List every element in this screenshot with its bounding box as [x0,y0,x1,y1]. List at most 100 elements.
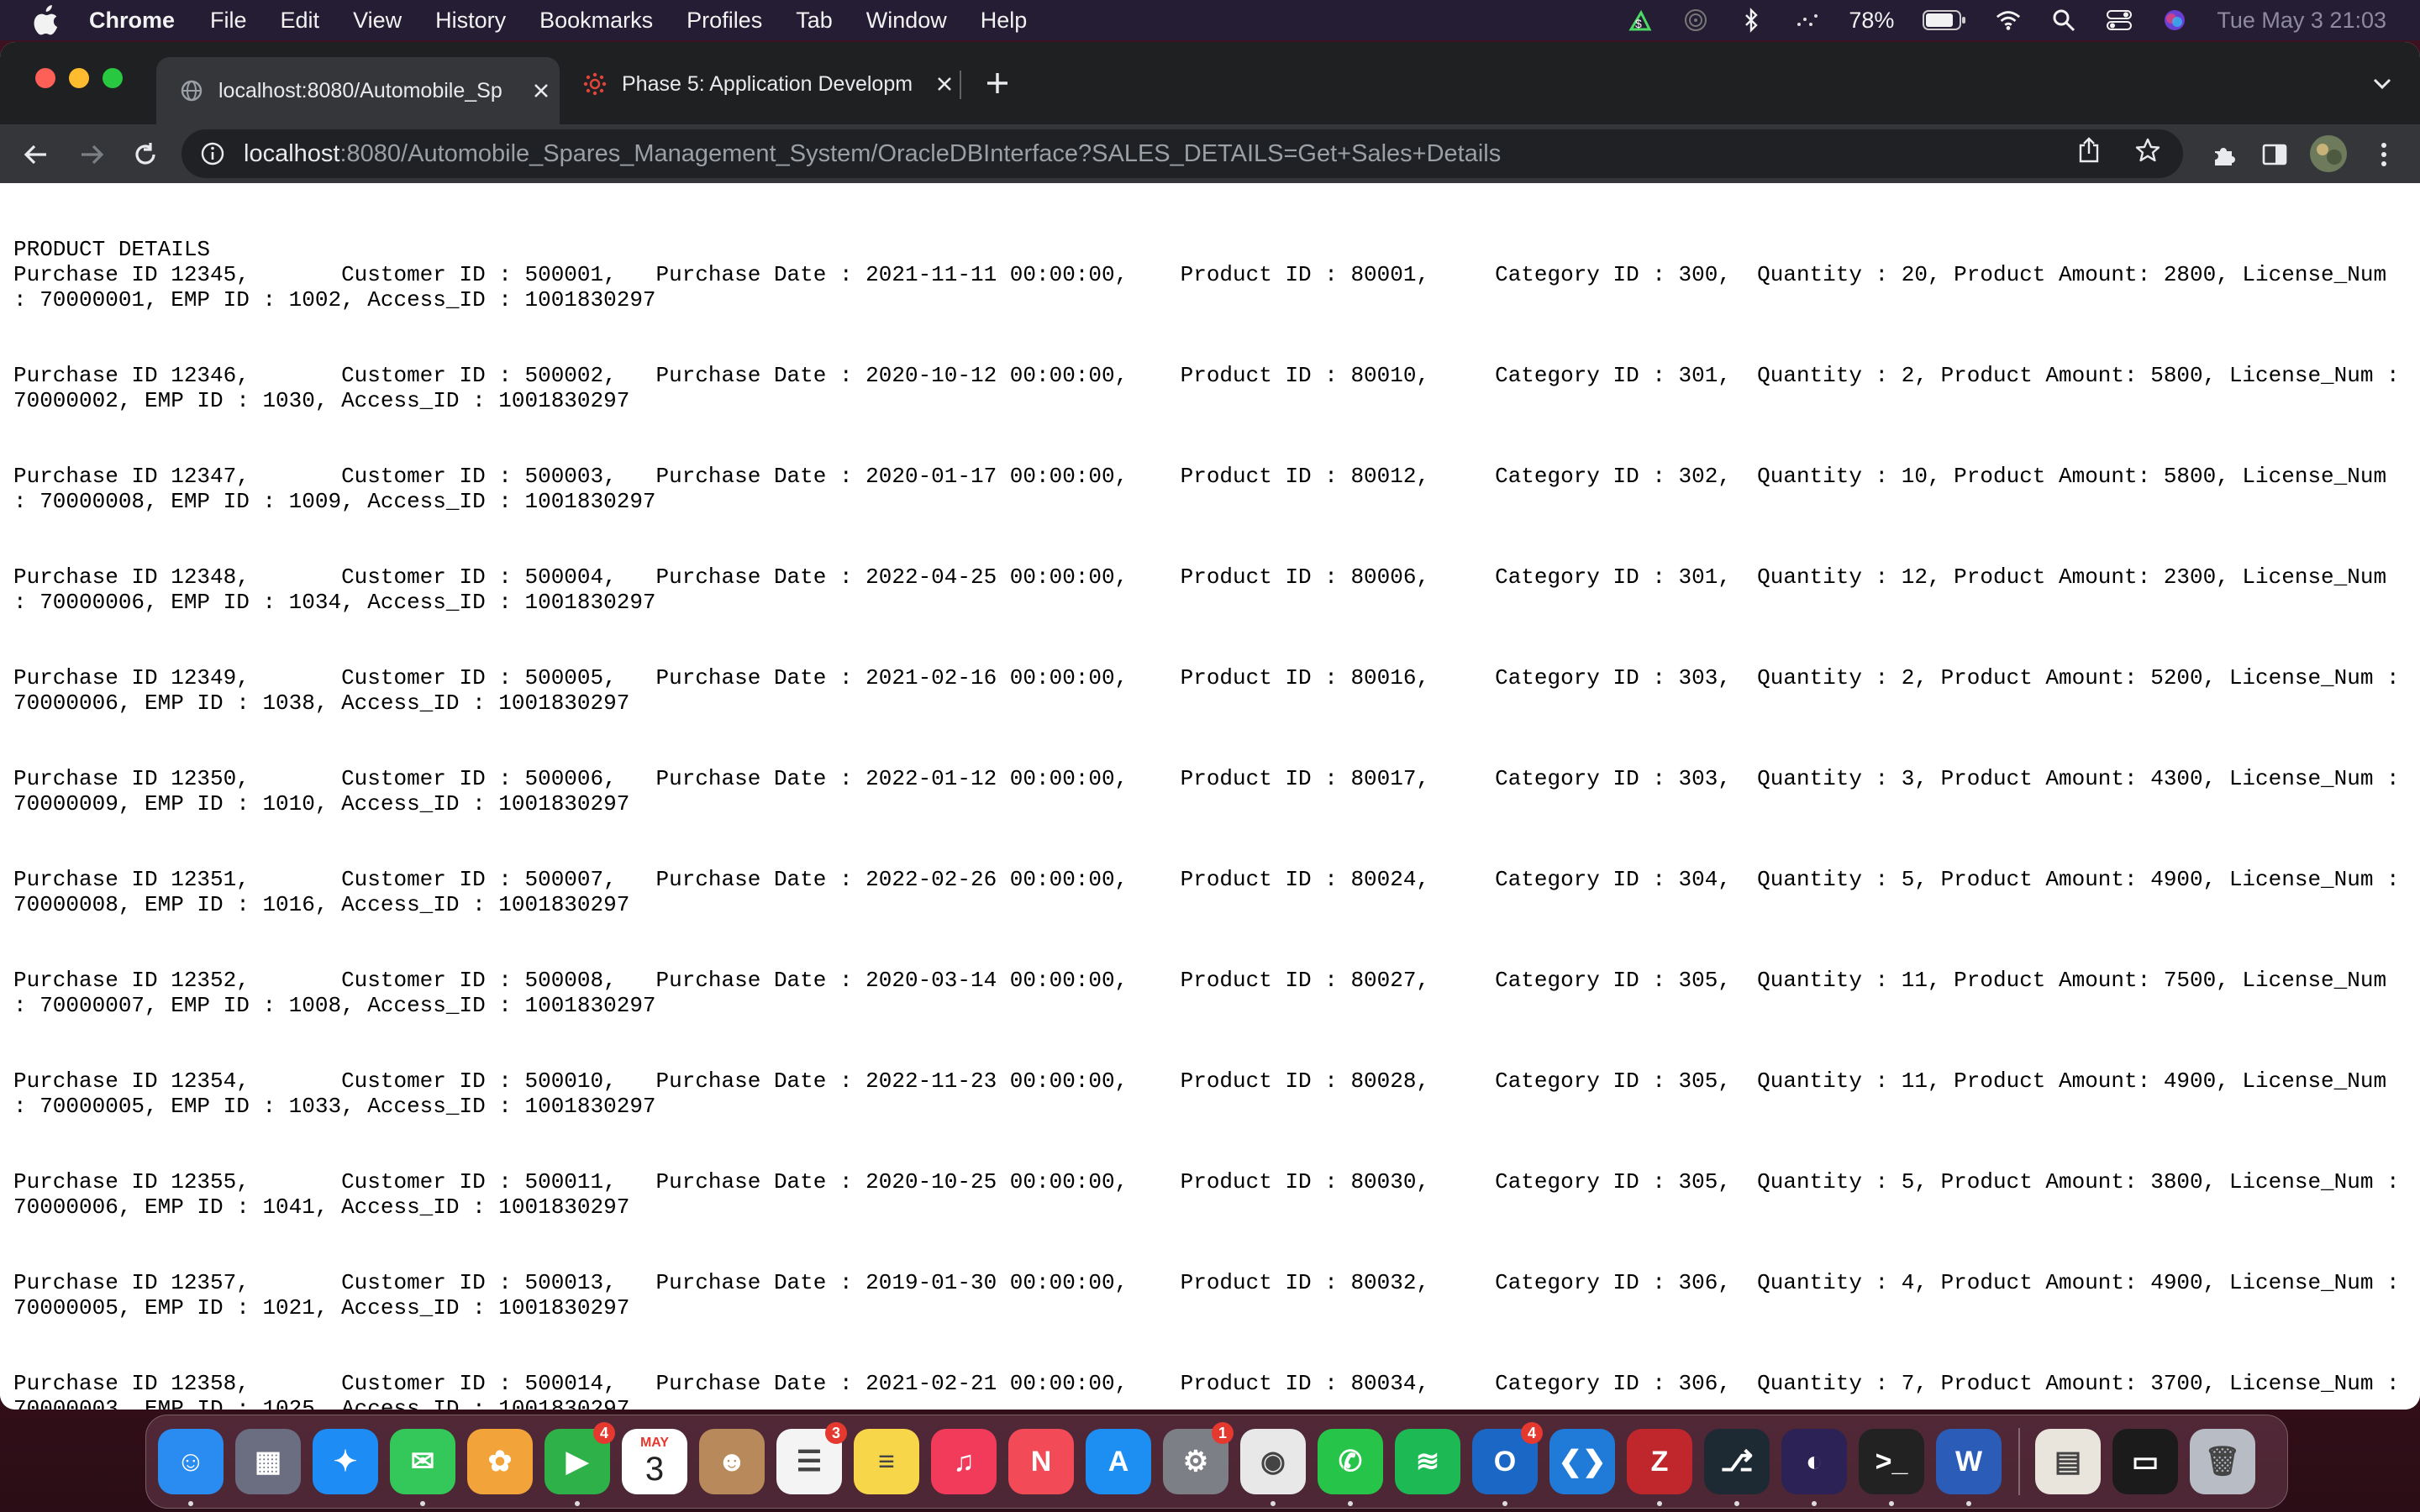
menu-profiles[interactable]: Profiles [687,8,762,34]
dock-vscode-icon[interactable]: ❮❯ [1549,1429,1615,1494]
maximize-window-button[interactable] [103,68,123,88]
dock-glyph: 🗑 [2204,1446,2241,1478]
dock-glyph: ☻ [717,1445,747,1478]
dock-document-preview-icon[interactable]: ▤ [2035,1429,2101,1494]
record-line-2: : 70000008, EMP ID : 1009, Access_ID : 1… [13,489,656,514]
tab-search-chevron-icon[interactable] [2366,67,2398,99]
dock-reminders-icon[interactable]: ☰ 3 [776,1422,847,1494]
close-tab-icon[interactable] [529,79,553,102]
record-line-2: : 70000007, EMP ID : 1008, Access_ID : 1… [13,993,656,1018]
forward-arrow-icon[interactable] [76,139,108,171]
minimize-window-button[interactable] [69,68,89,88]
new-tab-icon[interactable] [981,67,1013,99]
menu-window[interactable]: Window [866,8,947,34]
purchase-record: Purchase ID 12345, Customer ID : 500001,… [13,262,2420,312]
dock-glyph: ◉ [1260,1446,1286,1478]
dock-glyph: ❮❯ [1558,1446,1607,1478]
site-info-icon[interactable] [200,141,225,166]
dock-messages-icon[interactable]: ✉ [390,1429,455,1506]
bluetooth-icon[interactable] [1738,8,1765,33]
dock-sourcetree-icon[interactable]: ⎇ [1704,1429,1770,1506]
reload-icon[interactable] [129,139,161,171]
browser-toolbar: localhost:8080/Automobile_Spares_Managem… [0,124,2420,183]
dock-launchpad-icon[interactable]: ▦ [235,1429,301,1494]
dock-filezilla-icon[interactable]: Z [1627,1429,1692,1506]
dock-whatsapp-icon[interactable]: ✆ [1318,1429,1383,1506]
close-tab-icon[interactable] [933,72,956,96]
chrome-menu-icon[interactable] [2368,139,2400,171]
purchase-record: Purchase ID 12349, Customer ID : 500005,… [13,665,2420,716]
dock-chrome-icon[interactable]: ◉ [1240,1429,1306,1506]
dock-glyph: ✉ [410,1446,435,1478]
dock-safari-icon[interactable]: ✦ [313,1429,378,1494]
purchase-record: Purchase ID 12357, Customer ID : 500013,… [13,1270,2420,1320]
dock-glyph: ☰ [796,1446,823,1478]
tab-localhost[interactable]: localhost:8080/Automobile_Sp [156,57,560,124]
dock-finder-icon[interactable]: ☺ [158,1429,224,1506]
control-center-icon[interactable] [2106,8,2133,33]
profile-avatar[interactable] [2309,134,2348,173]
menu-help[interactable]: Help [981,8,1028,34]
calendar-day-label: 3 [644,1451,665,1488]
menu-bar: Chrome File Edit View History Bookmarks … [0,0,2420,40]
calendar-month-label: MAY [639,1436,670,1450]
record-line-2: : 70000001, EMP ID : 1002, Access_ID : 1… [13,287,656,312]
dock-contacts-icon[interactable]: ☻ [699,1429,765,1494]
dock-glyph: Z [1650,1445,1669,1478]
menu-view[interactable]: View [353,8,402,34]
purchase-record: Purchase ID 12350, Customer ID : 500006,… [13,766,2420,816]
dock-glyph: ✆ [1338,1446,1363,1478]
spotlight-icon[interactable] [2050,8,2077,33]
dock-word-icon[interactable]: W [1936,1429,2002,1506]
back-arrow-icon[interactable] [20,139,52,171]
menu-history[interactable]: History [435,8,506,34]
dock-eclipse-icon[interactable]: ◐ [1781,1429,1847,1506]
share-icon[interactable] [2077,137,2101,171]
dock-trash-icon[interactable]: 🗑 [2190,1429,2255,1494]
dock-photos-icon[interactable]: ✿ [467,1429,533,1494]
svg-text:$: $ [1635,17,1642,30]
dock-calendar-icon[interactable]: MAY 3 [622,1429,687,1494]
bookmark-star-icon[interactable] [2134,137,2161,171]
dock-news-icon[interactable]: N [1008,1429,1074,1494]
menu-file[interactable]: File [210,8,247,34]
running-indicator [1270,1501,1276,1506]
vpn-icon[interactable]: $ [1627,8,1654,33]
dock-notes-icon[interactable]: ≡ [854,1429,919,1494]
dock-outlook-icon[interactable]: O4 [1472,1422,1543,1506]
dock-music-icon[interactable]: ♫ [931,1429,997,1494]
side-panel-icon[interactable] [2259,139,2291,171]
dock-facetime-icon[interactable]: ▶ 4 [544,1422,615,1506]
menu-app-name[interactable]: Chrome [89,8,175,34]
activity-icon[interactable] [1793,8,1820,33]
dock-glyph: A [1107,1445,1129,1478]
address-bar[interactable]: localhost:8080/Automobile_Spares_Managem… [182,129,2183,178]
dock-spotify-icon[interactable]: ≋ [1395,1429,1460,1494]
menubar-clock[interactable]: Tue May 3 21:03 [2217,8,2386,34]
dock-glyph: ⎇ [1720,1446,1754,1478]
menu-bookmarks[interactable]: Bookmarks [539,8,653,34]
dock-app-store-icon[interactable]: A [1086,1429,1151,1494]
dock-glyph: ≋ [1415,1446,1440,1478]
siri-icon[interactable] [2161,8,2188,33]
record-line-2: : 70000006, EMP ID : 1034, Access_ID : 1… [13,590,656,615]
tab-phase5[interactable]: Phase 5: Application Developm [560,57,963,111]
menu-tab[interactable]: Tab [796,8,833,34]
apple-menu-icon[interactable] [34,5,60,35]
record-line-1: Purchase ID 12358, Customer ID : 500014,… [13,1371,2400,1396]
record-line-2: 70000006, EMP ID : 1038, Access_ID : 100… [13,690,630,716]
battery-icon[interactable] [1923,8,1966,33]
close-window-button[interactable] [35,68,55,88]
dock-terminal-window-preview-icon[interactable]: ▭ [2112,1429,2178,1494]
menu-edit[interactable]: Edit [281,8,320,34]
wifi-icon[interactable] [1995,8,2022,33]
dock-terminal-icon[interactable]: >_ [1859,1429,1924,1506]
record-line-2: 70000009, EMP ID : 1010, Access_ID : 100… [13,791,630,816]
dock-system-preferences-icon[interactable]: ⚙ 1 [1163,1422,1234,1494]
airdrop-icon[interactable] [1682,8,1709,33]
dock-glyph: O [1493,1445,1517,1478]
record-line-1: Purchase ID 12347, Customer ID : 500003,… [13,464,2387,489]
running-indicator [1966,1501,1971,1506]
extensions-puzzle-icon[interactable] [2208,139,2240,171]
running-indicator [575,1501,580,1506]
